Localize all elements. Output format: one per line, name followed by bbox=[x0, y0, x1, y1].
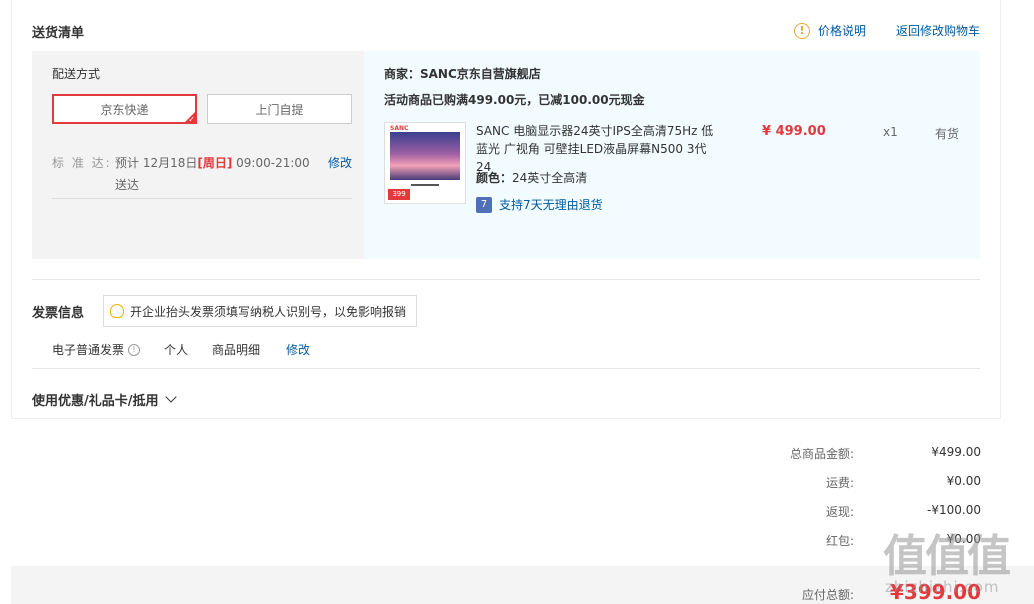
watermark-logo: 值值值 bbox=[883, 531, 1011, 582]
chevron-down-icon bbox=[164, 391, 177, 403]
merchant-name: 商家：SANC京东自营旗舰店 bbox=[384, 67, 541, 81]
summary-label-redpacket: 红包: bbox=[825, 534, 854, 548]
standard-delivery-label: 标 准 达: bbox=[52, 156, 112, 170]
color-value: 24英寸全高清 bbox=[512, 171, 588, 185]
delivery-date: 预计 12月18日 bbox=[115, 156, 198, 170]
thumb-brand: SANC bbox=[390, 125, 409, 132]
section-title-delivery: 送货清单 bbox=[32, 26, 85, 41]
shipping-option-pickup[interactable]: 上门自提 bbox=[207, 94, 352, 124]
total-payable-label: 应付总额: bbox=[801, 588, 854, 602]
summary-value-cashback: -¥100.00 bbox=[927, 503, 981, 517]
delivery-weekday: [周日] bbox=[197, 156, 233, 170]
shipping-method-label: 配送方式 bbox=[52, 67, 101, 81]
warning-icon: ! bbox=[793, 22, 810, 39]
thumb-price-tag: 399 bbox=[388, 189, 410, 200]
invoice-holder: 个人 bbox=[164, 343, 189, 357]
invoice-content: 商品明细 bbox=[212, 343, 261, 357]
payment-bar bbox=[11, 566, 1034, 604]
shipping-option-jd-express[interactable]: 京东快递 ✓ bbox=[52, 94, 197, 124]
summary-label-shipping: 运费: bbox=[825, 476, 854, 490]
lightbulb-icon bbox=[110, 304, 124, 318]
color-label: 颜色： bbox=[476, 171, 513, 185]
delivery-edit-link[interactable]: 修改 bbox=[328, 152, 352, 174]
return-policy-text: 支持7天无理由退货 bbox=[499, 198, 603, 212]
product-price: ¥ 499.00 bbox=[762, 124, 826, 139]
invoice-type: 电子普通发票 bbox=[52, 343, 125, 357]
invoice-edit-link[interactable]: 修改 bbox=[286, 341, 310, 358]
product-thumbnail[interactable]: SANC 399 bbox=[384, 122, 466, 204]
return-policy: 7 支持7天无理由退货 bbox=[476, 196, 603, 213]
product-color: 颜色：24英寸全高清 bbox=[476, 169, 587, 186]
summary-value-goods: ¥499.00 bbox=[931, 445, 981, 459]
watermark-url: zhizhizhi.com bbox=[885, 578, 1000, 596]
promotion-text: 活动商品已购满499.00元，已减100.00元现金 bbox=[384, 93, 645, 107]
section-title-invoice: 发票信息 bbox=[32, 306, 85, 321]
info-icon[interactable]: ! bbox=[128, 343, 141, 356]
seven-day-return-icon: 7 bbox=[476, 196, 492, 213]
summary-value-shipping: ¥0.00 bbox=[946, 474, 981, 488]
invoice-details: 电子普通发票 ! 个人 商品明细 修改 bbox=[52, 341, 310, 358]
summary-label-goods: 总商品金额: bbox=[789, 447, 854, 461]
monitor-screen-image bbox=[390, 132, 460, 180]
check-icon: ✓ bbox=[188, 115, 195, 124]
price-note-link[interactable]: 价格说明 bbox=[818, 22, 866, 39]
stock-status: 有货 bbox=[935, 127, 960, 141]
shipping-option-label: 京东快递 bbox=[100, 102, 149, 117]
invoice-tip: 开企业抬头发票须填写纳税人识别号，以免影响报销 bbox=[103, 295, 418, 327]
standard-delivery-time: 预计 12月18日[周日] 09:00-21:00 送达 bbox=[115, 152, 325, 196]
section-divider bbox=[32, 279, 980, 280]
back-to-cart-link[interactable]: 返回修改购物车 bbox=[896, 22, 980, 39]
delivery-divider bbox=[52, 198, 352, 199]
header-links: ! 价格说明 返回修改购物车 bbox=[793, 22, 980, 39]
coupon-toggle[interactable]: 使用优惠/礼品卡/抵用 bbox=[32, 390, 177, 409]
product-quantity: x1 bbox=[883, 125, 898, 139]
monitor-stand-image bbox=[411, 180, 439, 186]
coupon-label: 使用优惠/礼品卡/抵用 bbox=[32, 394, 159, 409]
shipping-option-label: 上门自提 bbox=[255, 102, 304, 117]
invoice-tip-text: 开企业抬头发票须填写纳税人识别号，以免影响报销 bbox=[130, 304, 407, 319]
summary-label-cashback: 返现: bbox=[825, 505, 854, 519]
section-divider bbox=[32, 368, 980, 369]
product-name-link[interactable]: SANC 电脑显示器24英寸IPS全高清75Hz 低蓝光 广视角 可壁挂LED液… bbox=[476, 122, 724, 176]
